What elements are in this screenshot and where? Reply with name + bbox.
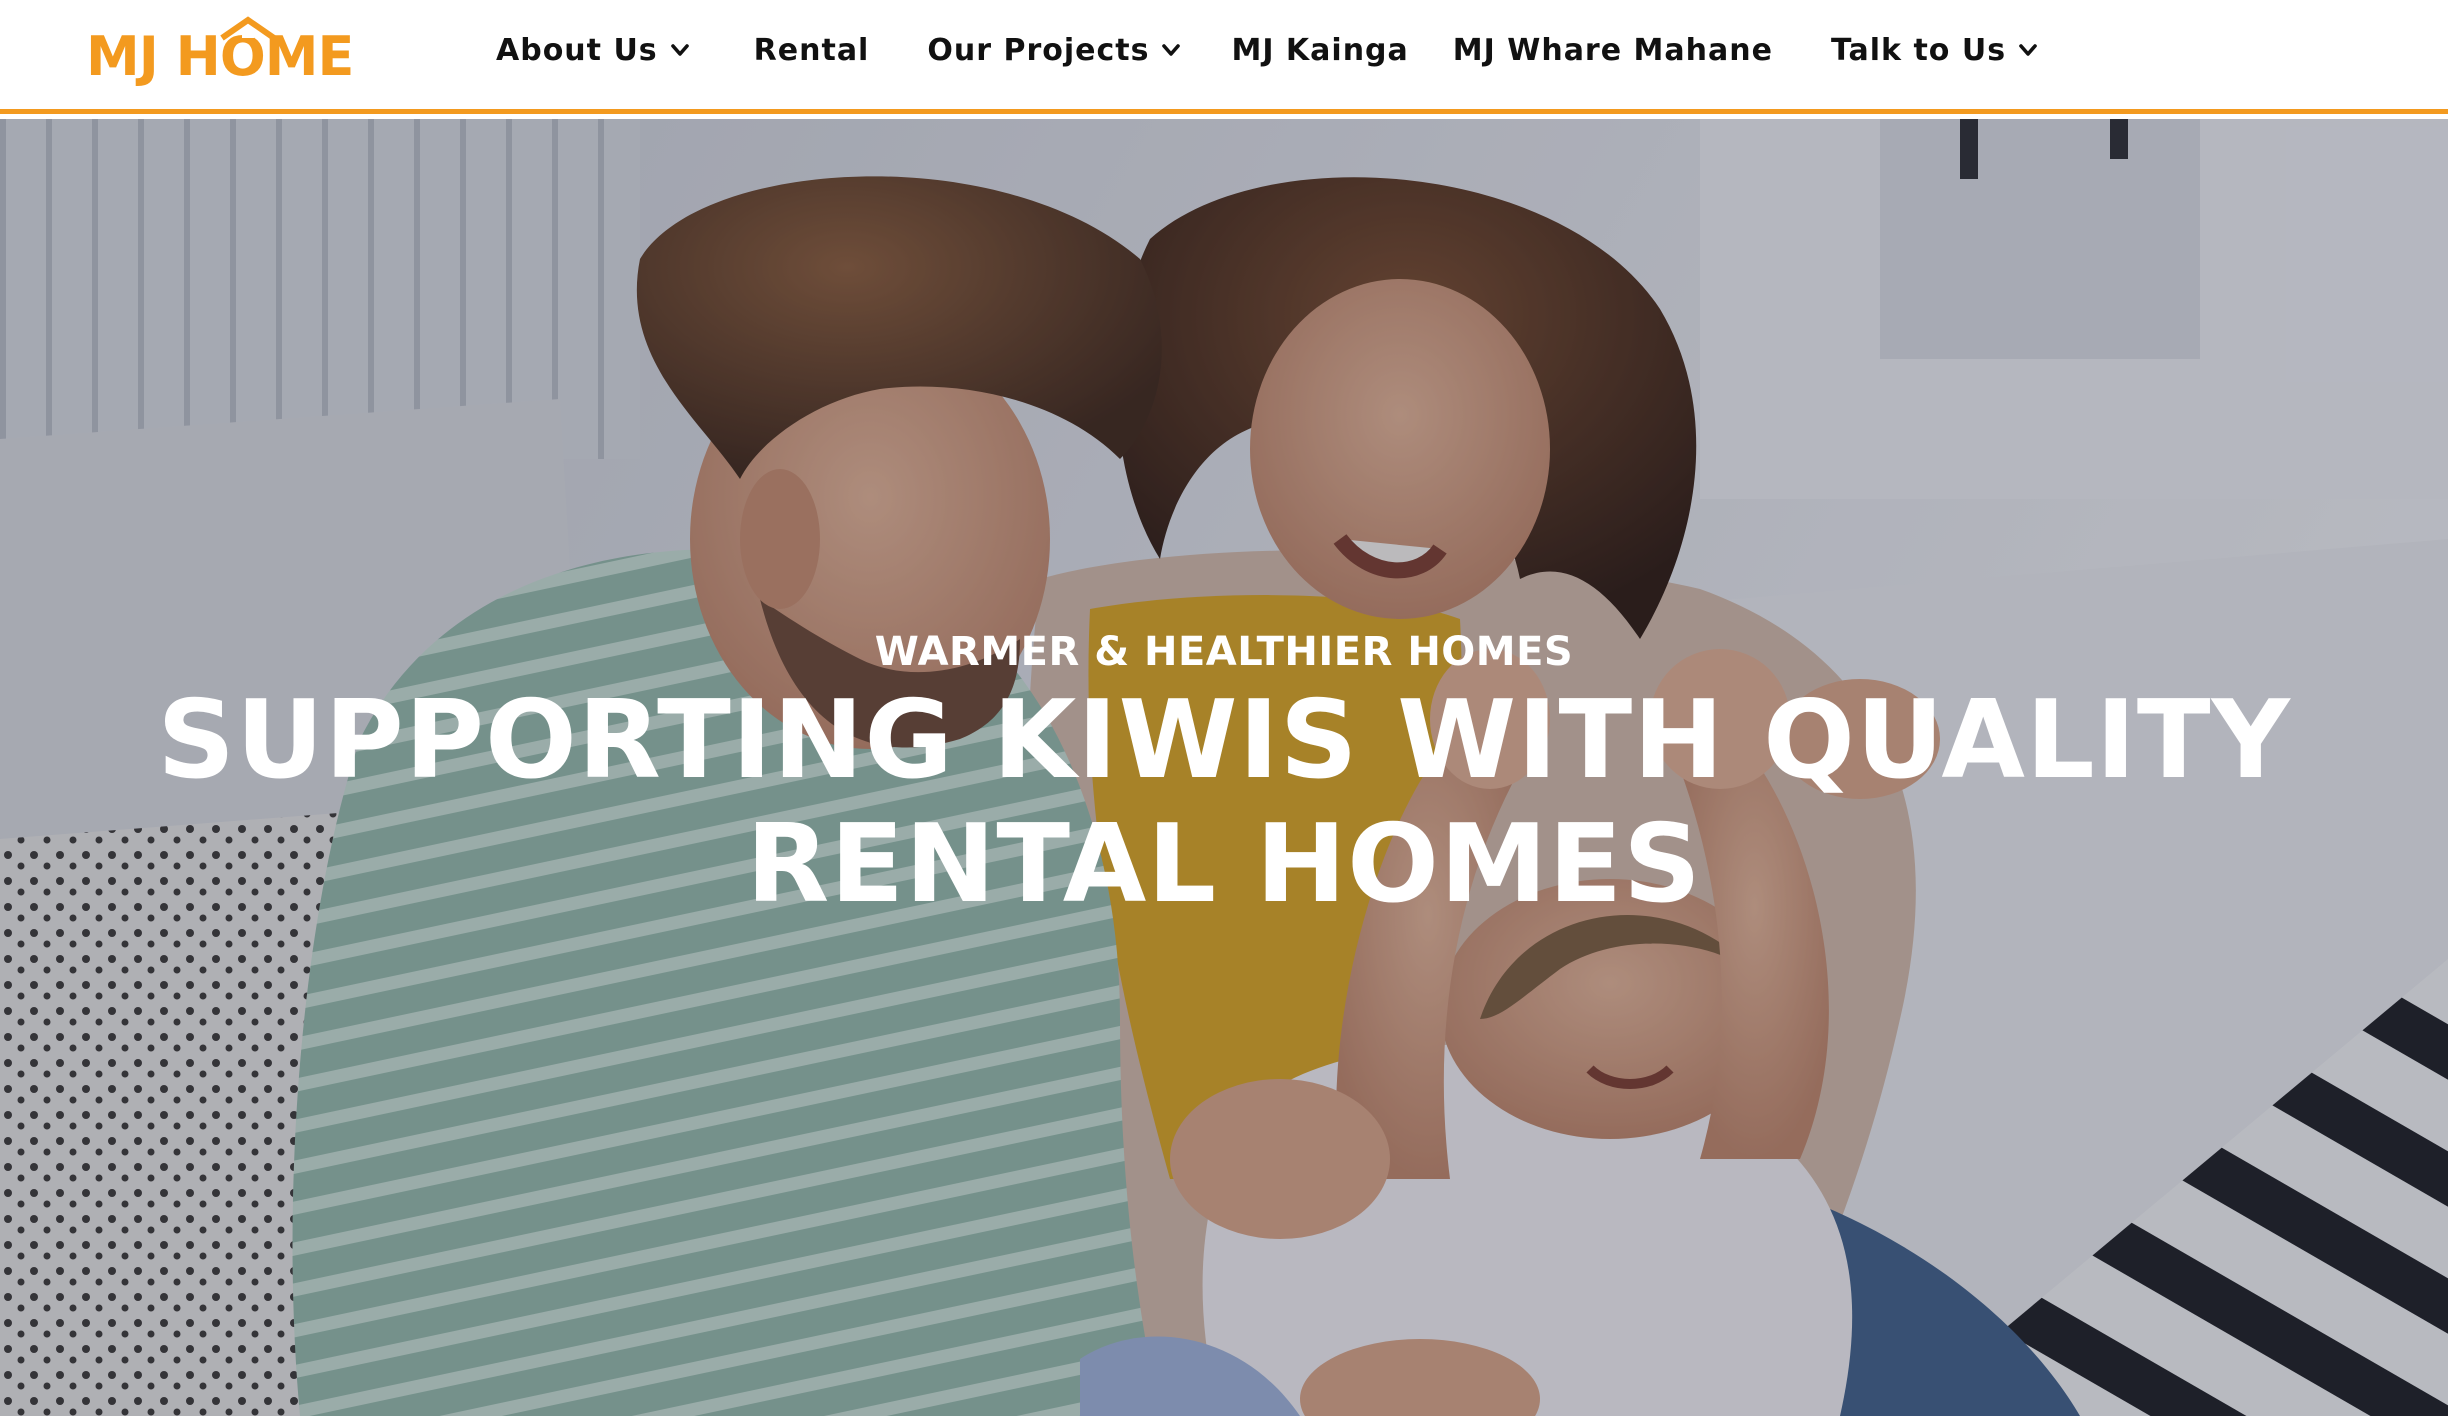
hero-kicker: WARMER & HEALTHIER HOMES: [874, 629, 1574, 675]
nav-mj-whare-mahane[interactable]: MJ Whare Mahane: [1453, 33, 1773, 68]
nav-about-us-label: About Us: [496, 32, 658, 68]
nav-our-projects-label: Our Projects: [927, 32, 1150, 68]
nav-mj-whare-mahane-label: MJ Whare Mahane: [1452, 32, 1773, 68]
nav-rental-label: Rental: [753, 32, 870, 68]
site-header: MJ HOME About Us Rental Our Projects MJ …: [0, 0, 2448, 114]
hero-title: SUPPORTING KIWIS WITH QUALITY RENTAL HOM…: [157, 678, 2291, 927]
house-roof-icon: [220, 16, 276, 41]
nav-about-us[interactable]: About Us: [496, 33, 692, 68]
nav-mj-kainga-label: MJ Kainga: [1231, 32, 1409, 68]
chevron-down-icon: [2019, 44, 2037, 56]
nav-mj-kainga[interactable]: MJ Kainga: [1231, 33, 1408, 68]
nav-our-projects[interactable]: Our Projects: [927, 33, 1183, 68]
nav-rental[interactable]: Rental: [754, 33, 870, 68]
main-nav: About Us Rental Our Projects MJ Kainga M…: [496, 24, 2040, 76]
nav-talk-to-us[interactable]: Talk to Us: [1831, 33, 2040, 68]
chevron-down-icon: [670, 44, 689, 56]
mj-home-logo[interactable]: MJ HOME: [86, 16, 354, 84]
hero-section: WARMER & HEALTHIER HOMES SUPPORTING KIWI…: [0, 119, 2448, 1416]
chevron-down-icon: [1162, 44, 1181, 56]
nav-talk-to-us-label: Talk to Us: [1830, 32, 2007, 68]
